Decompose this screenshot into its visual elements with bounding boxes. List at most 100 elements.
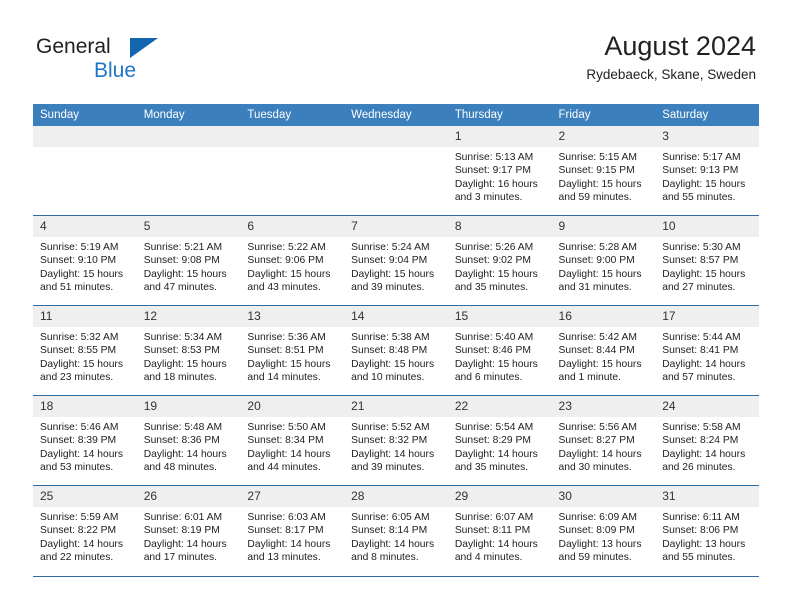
calendar-day-cell[interactable]: 16 Sunrise: 5:42 AM Sunset: 8:44 PM Dayligh… — [551, 305, 656, 396]
sunset-text: Sunset: 8:51 PM — [247, 345, 324, 357]
sunset-text: Sunset: 8:46 PM — [454, 345, 531, 357]
page-title: August 2024 — [604, 31, 756, 61]
calendar-day-cell[interactable]: 3 Sunrise: 5:17 AM Sunset: 9:13 PM Daylight… — [655, 126, 759, 216]
calendar-day-cell[interactable]: 29 Sunrise: 6:07 AM Sunset: 8:11 PM Dayligh… — [447, 485, 552, 575]
sunrise-text: Sunrise: 5:22 AM — [247, 242, 326, 253]
location-subtitle: Rydebaeck, Skane, Sweden — [586, 67, 756, 82]
day-number: 3 — [655, 126, 759, 147]
daylight-text: and 1 minute. — [558, 372, 621, 384]
calendar-day-cell[interactable]: 28 Sunrise: 6:05 AM Sunset: 8:14 PM Dayligh… — [344, 485, 448, 575]
day-number: 23 — [551, 396, 656, 417]
calendar-day-cell[interactable]: 31 Sunrise: 6:11 AM Sunset: 8:06 PM Dayligh… — [655, 485, 759, 575]
daylight-text: and 59 minutes. — [558, 552, 632, 564]
calendar-day-cell[interactable]: 4 Sunrise: 5:19 AM Sunset: 9:10 PM Daylight… — [33, 215, 137, 306]
daylight-text: Daylight: 14 hours — [247, 448, 331, 460]
daylight-text: and 51 minutes. — [40, 282, 114, 294]
day-details: Sunrise: 5:42 AM Sunset: 8:44 PM Daylight:… — [552, 327, 656, 385]
day-number: 24 — [655, 396, 759, 417]
sunrise-text: Sunrise: 5:44 AM — [662, 332, 741, 343]
calendar-week-row: 18 Sunrise: 5:46 AM Sunset: 8:39 PM Dayligh… — [33, 395, 759, 486]
daylight-text: and 55 minutes. — [662, 552, 736, 564]
sunrise-text: Sunrise: 5:38 AM — [351, 332, 430, 343]
day-details: Sunrise: 5:46 AM Sunset: 8:39 PM Daylight:… — [33, 417, 137, 475]
calendar-day-cell[interactable]: 21 Sunrise: 5:52 AM Sunset: 8:32 PM Dayligh… — [344, 395, 448, 486]
calendar-day-cell[interactable]: 24 Sunrise: 5:58 AM Sunset: 8:24 PM Dayligh… — [655, 395, 759, 486]
calendar-day-cell[interactable]: 8 Sunrise: 5:26 AM Sunset: 9:02 PM Daylight… — [447, 215, 552, 306]
daylight-text: and 30 minutes. — [558, 462, 632, 474]
calendar-day-cell[interactable]: 2 Sunrise: 5:15 AM Sunset: 9:15 PM Daylight… — [551, 126, 656, 216]
calendar-header-row: Sunday Monday Tuesday Wednesday Thursday… — [33, 104, 759, 126]
sunrise-text: Sunrise: 5:24 AM — [351, 242, 430, 253]
calendar-day-cell[interactable]: 27 Sunrise: 6:03 AM Sunset: 8:17 PM Dayligh… — [240, 485, 345, 575]
calendar-day-cell[interactable]: 23 Sunrise: 5:56 AM Sunset: 8:27 PM Dayligh… — [551, 395, 656, 486]
daylight-text: Daylight: 15 hours — [40, 358, 123, 370]
calendar-day-cell[interactable]: 25 Sunrise: 5:59 AM Sunset: 8:22 PM Dayligh… — [33, 485, 137, 575]
day-details: Sunrise: 5:26 AM Sunset: 9:02 PM Daylight:… — [448, 237, 552, 295]
calendar-week-row: 25 Sunrise: 5:59 AM Sunset: 8:22 PM Dayligh… — [33, 485, 759, 575]
calendar-day-cell[interactable]: 18 Sunrise: 5:46 AM Sunset: 8:39 PM Dayligh… — [33, 395, 137, 486]
sunset-text: Sunset: 8:53 PM — [143, 345, 220, 357]
sunset-text: Sunset: 8:14 PM — [351, 525, 428, 537]
daylight-text: Daylight: 14 hours — [351, 538, 435, 550]
weekday-header-wednesday: Wednesday — [344, 104, 448, 126]
calendar-day-cell[interactable]: 9 Sunrise: 5:28 AM Sunset: 9:00 PM Daylight… — [551, 215, 656, 306]
daylight-text: Daylight: 14 hours — [558, 448, 642, 460]
calendar-day-cell[interactable]: 20 Sunrise: 5:50 AM Sunset: 8:34 PM Dayligh… — [240, 395, 345, 486]
calendar-day-cell[interactable]: 30 Sunrise: 6:09 AM Sunset: 8:09 PM Dayligh… — [551, 485, 656, 575]
daylight-text: Daylight: 13 hours — [662, 538, 746, 550]
day-number: 2 — [551, 126, 656, 147]
calendar-body: 1 Sunrise: 5:13 AM Sunset: 9:17 PM Daylight… — [33, 126, 759, 575]
calendar-day-cell[interactable]: 13 Sunrise: 5:36 AM Sunset: 8:51 PM Dayligh… — [240, 305, 345, 396]
daylight-text: Daylight: 16 hours — [454, 178, 538, 190]
calendar-day-cell-empty — [344, 126, 448, 216]
daylight-text: and 17 minutes. — [143, 552, 217, 564]
calendar-day-cell[interactable]: 22 Sunrise: 5:54 AM Sunset: 8:29 PM Dayligh… — [447, 395, 552, 486]
daylight-text: and 31 minutes. — [558, 282, 632, 294]
day-number — [136, 126, 241, 147]
day-number: 11 — [33, 306, 137, 327]
calendar-day-cell[interactable]: 10 Sunrise: 5:30 AM Sunset: 8:57 PM Dayligh… — [655, 215, 759, 306]
daylight-text: Daylight: 15 hours — [454, 358, 538, 370]
daylight-text: and 39 minutes. — [351, 462, 425, 474]
day-number: 8 — [447, 216, 552, 237]
calendar-day-cell[interactable]: 6 Sunrise: 5:22 AM Sunset: 9:06 PM Daylight… — [240, 215, 345, 306]
sunrise-text: Sunrise: 5:50 AM — [247, 422, 326, 433]
day-number: 5 — [136, 216, 241, 237]
day-number: 28 — [344, 486, 448, 507]
calendar-day-cell[interactable]: 17 Sunrise: 5:44 AM Sunset: 8:41 PM Dayligh… — [655, 305, 759, 396]
day-details: Sunrise: 5:13 AM Sunset: 9:17 PM Daylight:… — [448, 147, 552, 205]
sunrise-text: Sunrise: 6:09 AM — [558, 512, 637, 523]
sunrise-text: Sunrise: 5:46 AM — [40, 422, 119, 433]
sunset-text: Sunset: 9:08 PM — [143, 255, 220, 267]
calendar-day-cell[interactable]: 12 Sunrise: 5:34 AM Sunset: 8:53 PM Dayligh… — [136, 305, 241, 396]
triangle-flag-icon — [130, 38, 158, 58]
daylight-text: and 14 minutes. — [247, 372, 321, 384]
daylight-text: and 48 minutes. — [143, 462, 217, 474]
day-number: 16 — [551, 306, 656, 327]
calendar-day-cell[interactable]: 15 Sunrise: 5:40 AM Sunset: 8:46 PM Dayligh… — [447, 305, 552, 396]
sunset-text: Sunset: 8:36 PM — [143, 435, 220, 447]
daylight-text: and 35 minutes. — [454, 282, 529, 294]
weekday-header-friday: Friday — [551, 104, 656, 126]
calendar-day-cell[interactable]: 1 Sunrise: 5:13 AM Sunset: 9:17 PM Daylight… — [447, 126, 552, 216]
day-details: Sunrise: 5:48 AM Sunset: 8:36 PM Daylight:… — [137, 417, 241, 475]
daylight-text: Daylight: 15 hours — [662, 178, 746, 190]
day-details: Sunrise: 5:44 AM Sunset: 8:41 PM Daylight:… — [655, 327, 759, 385]
daylight-text: Daylight: 15 hours — [351, 268, 435, 280]
daylight-text: Daylight: 14 hours — [143, 448, 227, 460]
daylight-text: Daylight: 15 hours — [40, 268, 123, 280]
daylight-text: Daylight: 15 hours — [558, 358, 642, 370]
calendar-day-cell[interactable]: 26 Sunrise: 6:01 AM Sunset: 8:19 PM Dayligh… — [136, 485, 241, 575]
calendar-day-cell[interactable]: 19 Sunrise: 5:48 AM Sunset: 8:36 PM Dayligh… — [136, 395, 241, 486]
sunrise-text: Sunrise: 5:19 AM — [40, 242, 119, 253]
day-number: 21 — [344, 396, 448, 417]
calendar-day-cell[interactable]: 11 Sunrise: 5:32 AM Sunset: 8:55 PM Dayligh… — [33, 305, 137, 396]
daylight-text: Daylight: 14 hours — [351, 448, 435, 460]
brand-logo[interactable]: General Blue — [36, 36, 216, 88]
calendar-day-cell[interactable]: 7 Sunrise: 5:24 AM Sunset: 9:04 PM Daylight… — [344, 215, 448, 306]
daylight-text: and 18 minutes. — [143, 372, 217, 384]
calendar-day-cell[interactable]: 5 Sunrise: 5:21 AM Sunset: 9:08 PM Daylight… — [136, 215, 241, 306]
calendar-day-cell[interactable]: 14 Sunrise: 5:38 AM Sunset: 8:48 PM Dayligh… — [344, 305, 448, 396]
day-number: 4 — [33, 216, 137, 237]
daylight-text: and 26 minutes. — [662, 462, 736, 474]
